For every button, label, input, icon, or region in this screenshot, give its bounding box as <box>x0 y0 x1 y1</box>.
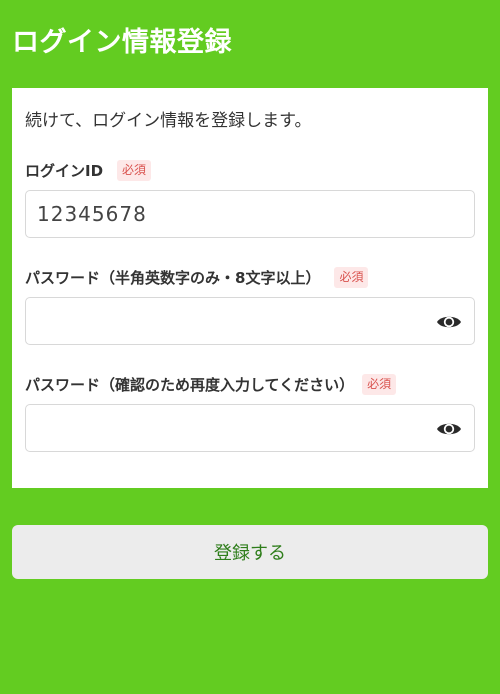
login-id-value: 12345678 <box>37 202 147 226</box>
login-info-form: 続けて、ログイン情報を登録します。 ログインID 必須 12345678 パスワ… <box>12 88 488 488</box>
eye-icon[interactable] <box>436 419 462 439</box>
password-confirm-label: パスワード（確認のため再度入力してください） 必須 <box>25 374 397 395</box>
login-id-label: ログインID 必須 <box>25 160 152 181</box>
required-badge: 必須 <box>334 267 369 288</box>
password-confirm-input[interactable] <box>25 404 475 452</box>
password-input[interactable] <box>25 297 475 345</box>
intro-text: 続けて、ログイン情報を登録します。 <box>25 111 312 131</box>
page-title: ログイン情報登録 <box>12 27 232 58</box>
eye-icon[interactable] <box>436 312 462 332</box>
required-badge: 必須 <box>117 160 152 181</box>
register-button[interactable]: 登録する <box>12 525 488 579</box>
password-confirm-label-text: パスワード（確認のため再度入力してください） <box>25 376 355 394</box>
password-label: パスワード（半角英数字のみ・8文字以上） 必須 <box>25 267 369 288</box>
login-id-input[interactable]: 12345678 <box>25 190 475 238</box>
password-label-text: パスワード（半角英数字のみ・8文字以上） <box>25 269 321 287</box>
required-badge: 必須 <box>362 374 397 395</box>
login-id-label-text: ログインID <box>25 162 104 180</box>
